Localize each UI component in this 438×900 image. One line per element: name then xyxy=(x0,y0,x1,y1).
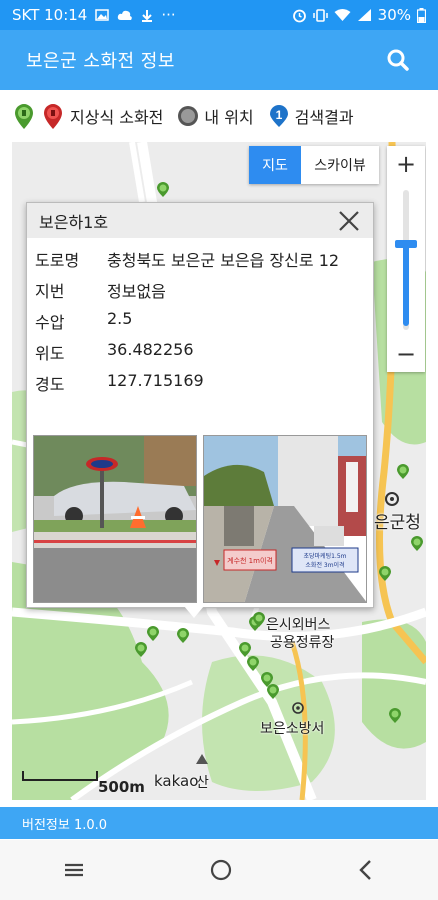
fire-station-pin-icon xyxy=(292,702,304,714)
info-label: 위도 xyxy=(35,344,65,363)
more-notifications: ··· xyxy=(161,6,176,24)
hydrant-marker[interactable] xyxy=(146,626,160,642)
zoom-in-button[interactable]: + xyxy=(387,146,425,182)
map-type-control: 지도 스카이뷰 xyxy=(249,146,379,184)
search-button[interactable] xyxy=(384,46,412,74)
alarm-icon xyxy=(292,9,306,22)
back-icon[interactable] xyxy=(356,859,376,881)
popup-title: 보은하1호 xyxy=(39,212,109,232)
vibrate-icon xyxy=(312,8,328,22)
photo2-sign2-text-line1: 초당마케팅1.5m xyxy=(304,552,347,560)
image-notification-icon xyxy=(95,9,110,21)
info-row-road-address: 도로명 충청북도 보은군 보은읍 장신로 12 xyxy=(35,247,339,271)
cloud-icon xyxy=(118,10,133,20)
info-label: 수압 xyxy=(35,313,65,332)
version-label: 버전정보 1.0.0 xyxy=(22,817,108,833)
info-label: 경도 xyxy=(35,375,65,394)
legend-search-result-label: 검색결과 xyxy=(294,108,354,127)
recent-apps-icon[interactable] xyxy=(62,861,86,879)
info-value: 충청북도 보은군 보은읍 장신로 12 xyxy=(107,251,340,270)
map-legend: 지상식 소화전 내 위치 1 검색결과 xyxy=(0,90,438,142)
info-row-latitude: 위도 36.482256 xyxy=(35,340,194,364)
map-type-map-button[interactable]: 지도 xyxy=(249,146,301,184)
hydrant-photo-2[interactable]: 계수천 1m이격 초당마케팅1.5m 소화전 3m이격 xyxy=(203,435,367,603)
green-hydrant-marker-icon xyxy=(15,104,33,129)
status-bar: SKT 10:14 ··· 30% xyxy=(0,0,438,30)
system-nav-bar xyxy=(0,840,438,900)
battery-percent: 30% xyxy=(377,6,411,24)
map-label-fire-station: 보은소방서 xyxy=(260,721,325,737)
zoom-slider-handle[interactable] xyxy=(395,240,417,248)
battery-icon xyxy=(417,7,426,23)
search-icon xyxy=(387,49,409,71)
search-result-marker-icon: 1 xyxy=(269,105,288,127)
hydrant-photo-1-image xyxy=(34,436,196,602)
hydrant-marker[interactable] xyxy=(388,708,402,724)
zoom-out-button[interactable]: − xyxy=(387,336,425,372)
info-row-lot-number: 지번 정보없음 xyxy=(35,278,166,302)
hydrant-marker[interactable] xyxy=(396,464,410,480)
download-icon xyxy=(142,9,153,22)
red-hydrant-marker-icon xyxy=(44,104,62,129)
hydrant-marker[interactable] xyxy=(134,642,148,658)
my-location-icon xyxy=(178,106,199,126)
info-label: 도로명 xyxy=(35,251,80,270)
legend-hydrant: 지상식 소화전 xyxy=(12,102,163,130)
hydrant-photo-2-image: 계수천 1m이격 초당마케팅1.5m 소화전 3m이격 xyxy=(204,436,366,602)
info-label: 지번 xyxy=(35,282,65,301)
map-view[interactable]: 은군청 은시외버스 공용정류장 보은소방서 산 지도 스카이뷰 + − 보은하1… xyxy=(12,142,426,800)
hydrant-marker[interactable] xyxy=(246,656,260,672)
app-bar: 보은군 소화전 정보 xyxy=(0,30,438,90)
map-label-bus-terminal-line1: 은시외버스 xyxy=(266,617,331,633)
hydrant-info-popup: 보은하1호 도로명 충청북도 보은군 보은읍 장신로 12 지번 정보없음 수압… xyxy=(26,202,374,608)
popup-pointer xyxy=(184,606,204,618)
close-icon[interactable] xyxy=(337,209,361,233)
photo2-sign1-text: 계수천 1m이격 xyxy=(227,556,273,565)
photo2-sign2-text-line2: 소화전 3m이격 xyxy=(305,561,344,569)
info-row-longitude: 경도 127.715169 xyxy=(35,371,204,395)
legend-my-location-label: 내 위치 xyxy=(204,108,254,127)
hydrant-marker[interactable] xyxy=(266,684,280,700)
map-type-skyview-button[interactable]: 스카이뷰 xyxy=(301,146,379,184)
app-title: 보은군 소화전 정보 xyxy=(26,51,175,72)
zoom-slider-fill xyxy=(403,242,409,326)
scale-bar-icon xyxy=(22,771,98,781)
version-footer: 버전정보 1.0.0 xyxy=(0,807,438,839)
search-result-badge-number: 1 xyxy=(275,108,282,122)
hydrant-marker[interactable] xyxy=(378,566,392,582)
legend-search-result: 1 검색결과 xyxy=(268,104,354,128)
zoom-control: + − xyxy=(387,146,425,372)
home-icon[interactable] xyxy=(209,858,233,882)
hydrant-marker[interactable] xyxy=(176,628,190,644)
scale-label: 500m xyxy=(98,778,145,796)
signal-icon xyxy=(357,9,371,21)
mountain-icon xyxy=(196,754,208,764)
legend-hydrant-label: 지상식 소화전 xyxy=(70,108,164,127)
info-value: 127.715169 xyxy=(107,371,204,390)
hydrant-marker[interactable] xyxy=(252,612,266,628)
info-value: 정보없음 xyxy=(107,282,166,301)
map-label-bus-terminal-line2: 공용정류장 xyxy=(270,635,335,651)
info-value: 36.482256 xyxy=(107,340,194,359)
wifi-icon xyxy=(334,9,351,21)
hydrant-marker[interactable] xyxy=(156,182,170,198)
popup-header: 보은하1호 xyxy=(27,203,373,238)
hydrant-photo-1[interactable] xyxy=(33,435,197,603)
legend-my-location: 내 위치 xyxy=(177,104,254,128)
hydrant-marker[interactable] xyxy=(410,536,424,552)
map-label-county-office: 은군청 xyxy=(374,513,421,533)
carrier-time: SKT 10:14 xyxy=(12,6,88,24)
info-value: 2.5 xyxy=(107,309,133,328)
info-row-water-pressure: 수압 2.5 xyxy=(35,309,132,333)
map-provider-logo: kakao xyxy=(154,772,199,790)
